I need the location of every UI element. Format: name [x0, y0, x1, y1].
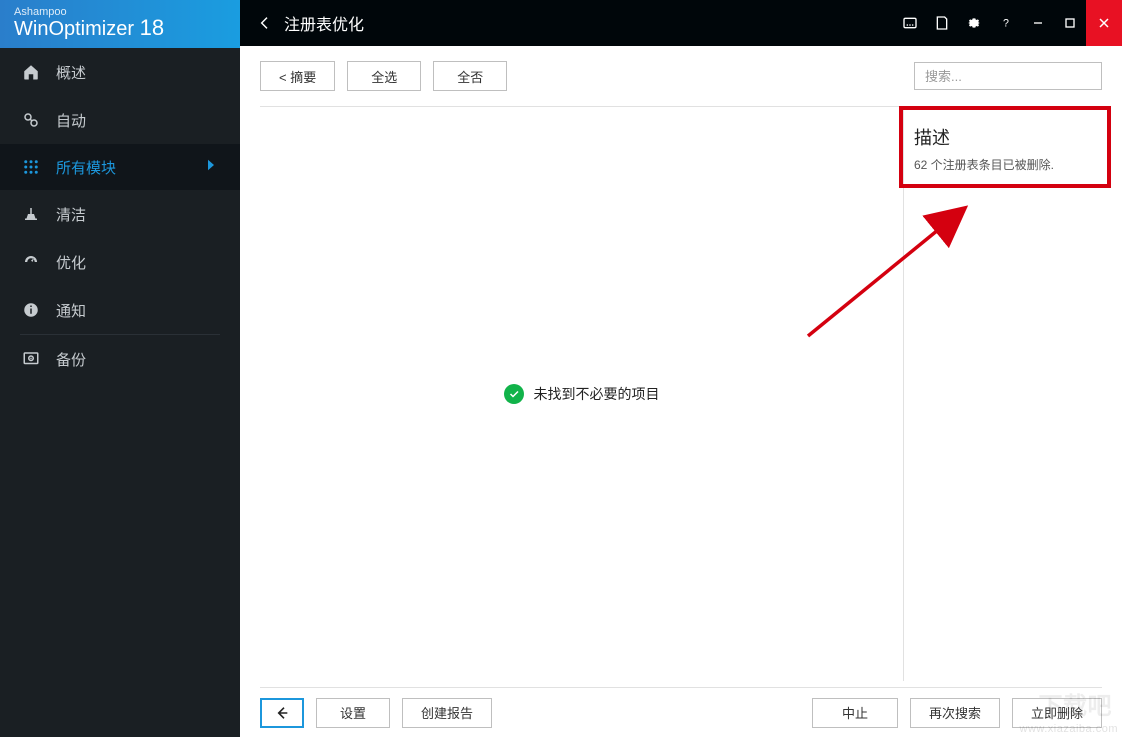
select-none-button[interactable]: 全否: [433, 61, 507, 91]
modules-icon: [20, 156, 42, 178]
notes-icon[interactable]: [926, 0, 958, 46]
toolbar: < 摘要 全选 全否: [240, 46, 1122, 106]
sidebar-item-label: 概述: [56, 62, 86, 83]
sidebar-item-backup[interactable]: 备份: [0, 335, 240, 383]
sidebar-item-label: 备份: [56, 349, 86, 370]
rescan-button[interactable]: 再次搜索: [910, 698, 1000, 728]
back-button[interactable]: [250, 8, 280, 38]
sidebar-item-optimize[interactable]: 优化: [0, 238, 240, 286]
sidebar-item-notifications[interactable]: 通知: [0, 286, 240, 334]
content-area: < 摘要 全选 全否 未找到不必要的项目 描述 62 个注册表条目已被删除. 设…: [240, 46, 1122, 737]
brand-panel: Ashampoo WinOptimizer 18: [0, 0, 240, 48]
maximize-button[interactable]: [1054, 0, 1086, 46]
sidebar-item-label: 通知: [56, 300, 86, 321]
svg-text:?: ?: [1003, 17, 1009, 29]
safe-icon: [20, 348, 42, 370]
sidebar: 概述 自动 所有模块 清洁 优化 通知 备份: [0, 48, 240, 737]
sidebar-item-clean[interactable]: 清洁: [0, 190, 240, 238]
chevron-right-icon: [202, 156, 220, 178]
search-box[interactable]: [914, 62, 1102, 90]
gear-icon[interactable]: [958, 0, 990, 46]
no-items-label: 未找到不必要的项目: [534, 384, 660, 404]
delete-now-button[interactable]: 立即删除: [1012, 698, 1102, 728]
sidebar-item-label: 优化: [56, 252, 86, 273]
sidebar-item-label: 清洁: [56, 204, 86, 225]
check-icon: [504, 384, 524, 404]
help-icon[interactable]: ?: [990, 0, 1022, 46]
page-title: 注册表优化: [284, 11, 364, 35]
close-button[interactable]: [1086, 0, 1122, 46]
description-text: 62 个注册表条目已被删除.: [914, 156, 1090, 173]
bottom-bar: 设置 创建报告 中止 再次搜索 立即删除: [260, 687, 1102, 727]
info-icon: [20, 299, 42, 321]
arrow-left-icon: [274, 705, 290, 721]
auto-icon: [20, 109, 42, 131]
home-icon: [20, 61, 42, 83]
sidebar-item-label: 自动: [56, 110, 86, 131]
no-items-message: 未找到不必要的项目: [504, 384, 660, 404]
back-arrow-button[interactable]: [260, 698, 304, 728]
sidebar-item-label: 所有模块: [56, 157, 116, 178]
description-heading: 描述: [914, 124, 1090, 150]
settings-button[interactable]: 设置: [316, 698, 390, 728]
sidebar-item-all-modules[interactable]: 所有模块: [0, 144, 240, 190]
sidebar-item-overview[interactable]: 概述: [0, 48, 240, 96]
search-input[interactable]: [925, 69, 1101, 84]
gauge-icon: [20, 251, 42, 273]
select-all-button[interactable]: 全选: [347, 61, 421, 91]
broom-icon: [20, 203, 42, 225]
title-bar: 注册表优化 ?: [240, 0, 1122, 46]
minimize-button[interactable]: [1022, 0, 1054, 46]
summary-button[interactable]: < 摘要: [260, 61, 335, 91]
create-report-button[interactable]: 创建报告: [402, 698, 492, 728]
results-panel: 未找到不必要的项目: [260, 107, 904, 681]
news-icon[interactable]: [894, 0, 926, 46]
brand-title: WinOptimizer 18: [14, 15, 226, 41]
abort-button[interactable]: 中止: [812, 698, 898, 728]
description-panel: 描述 62 个注册表条目已被删除.: [902, 114, 1102, 189]
sidebar-item-auto[interactable]: 自动: [0, 96, 240, 144]
